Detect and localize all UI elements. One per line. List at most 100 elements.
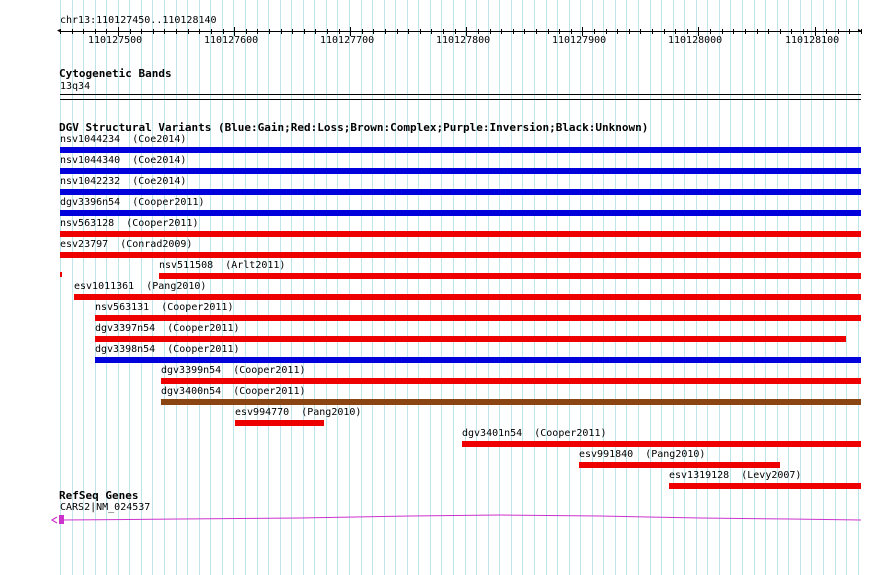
gridline [453,0,454,575]
ruler-minor-tick [478,29,479,34]
variant-label: esv23797 (Conrad2009) [60,239,193,250]
variant-bar[interactable] [60,168,861,174]
ruler-tick-label: 110127700 [320,35,375,46]
ruler-minor-tick [106,29,107,34]
gridline [534,0,535,575]
ruler-tick-label: 110128100 [785,35,840,46]
ruler-minor-tick [373,29,374,34]
ruler-minor-tick [571,29,572,34]
ruler-minor-tick [281,29,282,34]
gridline [280,0,281,575]
gridline [476,0,477,575]
variant-bar[interactable] [74,294,861,300]
ruler-minor-tick [211,29,212,34]
cytoband-label: 13q34 [60,81,91,92]
gridline [546,0,547,575]
ruler-minor-tick [675,29,676,34]
gridline [395,0,396,575]
ruler-minor-tick [176,29,177,34]
variant-bar[interactable] [161,399,861,405]
gridline [384,0,385,575]
ruler-minor-tick [757,29,758,34]
gridline [210,0,211,575]
variant-label: esv994770 (Pang2010) [235,407,362,418]
variant-bar[interactable] [60,210,861,216]
ruler-minor-tick [83,29,84,34]
gridline [372,0,373,575]
variant-label: dgv3398n54 (Cooper2011) [95,344,240,355]
ruler-baseline [60,31,861,32]
gridline [361,0,362,575]
variant-label: dgv3397n54 (Cooper2011) [95,323,240,334]
ruler-minor-tick [640,29,641,34]
variant-label: esv991840 (Pang2010) [579,449,706,460]
variant-label: nsv563128 (Cooper2011) [60,218,199,229]
ruler-minor-tick [443,29,444,34]
variant-bar[interactable] [60,231,861,237]
genome-browser-panel: chr13:110127450..110128140 110127500 1101… [0,0,890,575]
gridline [615,0,616,575]
variant-start-marker [60,272,62,277]
gridline [337,0,338,575]
dgv-track-title: DGV Structural Variants (Blue:Gain;Red:L… [59,121,649,134]
gridline [661,0,662,575]
gridline [650,0,651,575]
variant-bar[interactable] [60,189,861,195]
ruler-minor-tick [629,29,630,34]
gridline [245,0,246,575]
ruler-minor-tick [501,29,502,34]
ruler-minor-tick [315,29,316,34]
ruler-minor-tick [455,29,456,34]
gridline [430,0,431,575]
variant-label: dgv3400n54 (Cooper2011) [161,386,306,397]
gridline [418,0,419,575]
variant-bar[interactable] [462,441,861,447]
cytoband-line-top [60,94,861,95]
gridline [603,0,604,575]
gridline [488,0,489,575]
ruler-minor-tick [791,29,792,34]
ruler-left-arrow-icon: ◂ [56,26,62,36]
ruler-minor-tick [304,29,305,34]
ruler-minor-tick [257,29,258,34]
gridline [580,0,581,575]
ruler-minor-tick [164,29,165,34]
variant-bar[interactable] [159,273,861,279]
ruler-minor-tick [362,29,363,34]
gridline [499,0,500,575]
variant-label: nsv511508 (Arlt2011) [159,260,286,271]
ruler-minor-tick [95,29,96,34]
ruler-minor-tick [199,29,200,34]
variant-bar[interactable] [60,147,861,153]
variant-bar[interactable] [161,378,861,384]
variant-bar[interactable] [669,483,861,489]
variant-bar[interactable] [95,315,861,321]
gridline [626,0,627,575]
ruler-minor-tick [849,29,850,34]
ruler-minor-tick [745,29,746,34]
cytoband-line-bottom [60,99,861,100]
variant-label: nsv1044234 (Coe2014) [60,134,187,145]
ruler-minor-tick [397,29,398,34]
gridline [592,0,593,575]
variant-bar[interactable] [235,420,324,426]
ruler-minor-tick [513,29,514,34]
ruler-minor-tick [548,29,549,34]
gridline [349,0,350,575]
ruler-minor-tick [188,29,189,34]
variant-bar[interactable] [95,357,861,363]
refseq-gene-model[interactable] [0,505,890,530]
gridline [465,0,466,575]
ruler-minor-tick [431,29,432,34]
ruler-minor-tick [72,29,73,34]
gridline [233,0,234,575]
ruler-minor-tick [385,29,386,34]
ruler-minor-tick [594,29,595,34]
ruler-minor-tick [733,29,734,34]
variant-bar[interactable] [579,462,780,468]
ruler-minor-tick [606,29,607,34]
ruler-minor-tick [722,29,723,34]
variant-bar[interactable] [95,336,846,342]
variant-bar[interactable] [60,252,861,258]
gene-exon[interactable] [59,515,64,524]
